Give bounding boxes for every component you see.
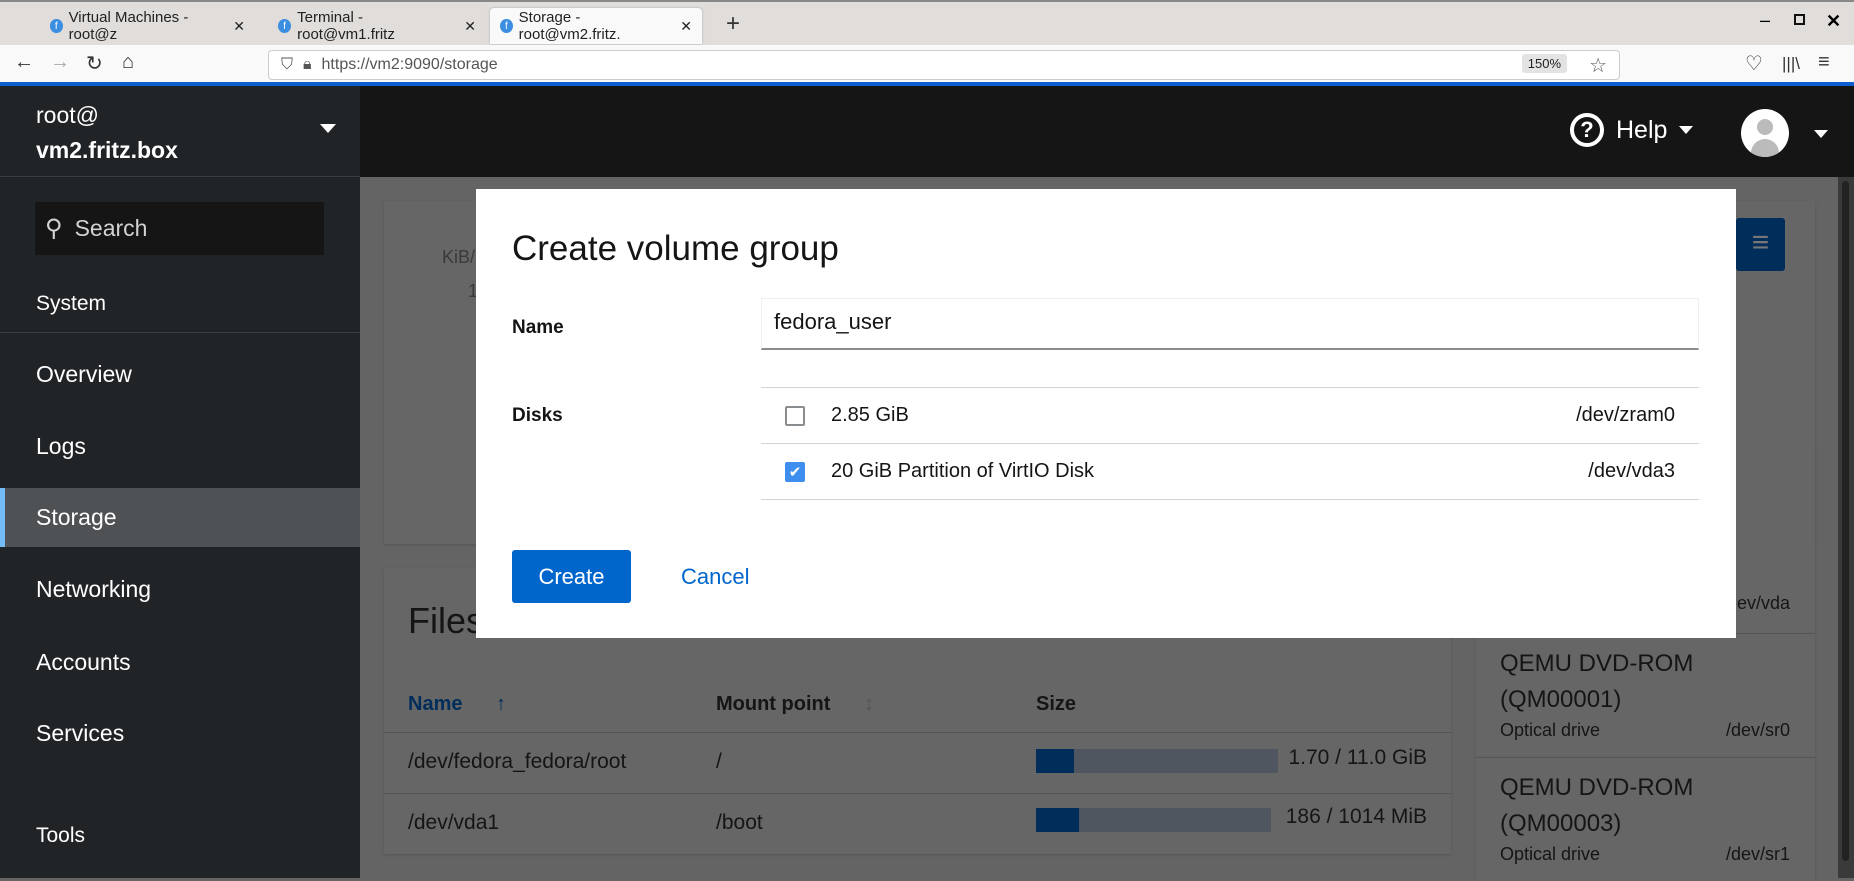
back-icon[interactable]: ← [14, 51, 34, 74]
sidebar-item-storage[interactable]: Storage [0, 488, 360, 547]
reload-icon[interactable]: ↻ [86, 51, 103, 76]
name-input[interactable]: fedora_user [761, 298, 1699, 350]
scrollbar[interactable] [1838, 177, 1854, 878]
host-name[interactable]: vm2.fritz.box [36, 137, 178, 164]
minimize-button[interactable]: – [1760, 10, 1770, 31]
section-tools: Tools [36, 824, 86, 847]
browser-toolbar: ← → ↻ ⌂ ⛉ 🔒︎ https://vm2:9090/storage 150… [0, 45, 1854, 86]
column-header-name[interactable]: Name [408, 693, 462, 716]
drive-card[interactable]: QEMU DVD-ROM (QM00003) Optical drive /de… [1476, 757, 1815, 881]
sidebar-item-services[interactable]: Services [36, 720, 124, 747]
usage-bar [1036, 808, 1271, 832]
new-tab-button[interactable]: + [726, 10, 740, 38]
help-menu[interactable]: ? Help [1570, 113, 1694, 147]
pocket-icon[interactable]: ♡ [1745, 51, 1763, 76]
help-icon: ? [1570, 113, 1604, 147]
browser-tab-bar: f Virtual Machines - root@z ✕ f Terminal - … [0, 0, 1854, 45]
sidebar: root@ vm2.fritz.box ⚲ Search System Overv… [0, 86, 360, 878]
caret-down-icon [1679, 126, 1694, 134]
section-system: System [36, 292, 107, 315]
browser-tab[interactable]: f Terminal - root@vm1.fritz ✕ [268, 8, 486, 44]
name-label: Name [512, 317, 564, 338]
cancel-button[interactable]: Cancel [681, 550, 749, 603]
checkbox-checked[interactable]: ✔ [785, 461, 805, 482]
browser-tab-active[interactable]: f Storage - root@vm2.fritz. ✕ [490, 8, 702, 44]
top-header: ? Help [360, 86, 1854, 177]
disk-option[interactable]: 2.85 GiB /dev/zram0 [761, 388, 1699, 444]
menu-icon[interactable]: ≡ [1818, 51, 1830, 74]
sort-ascending-icon[interactable]: ↑ [496, 693, 506, 716]
maximize-button[interactable] [1794, 14, 1805, 25]
table-row[interactable]: /dev/vda1 /boot 186 / 1014 MiB [384, 793, 1451, 854]
divider [0, 176, 360, 177]
close-tab-icon[interactable]: ✕ [233, 18, 245, 35]
dialog-title: Create volume group [512, 229, 839, 268]
host-user: root@ [36, 102, 99, 128]
disk-option[interactable]: ✔ 20 GiB Partition of VirtIO Disk /dev/v… [761, 444, 1699, 500]
sidebar-item-accounts[interactable]: Accounts [36, 649, 131, 676]
search-icon: ⚲ [45, 215, 63, 242]
fedora-icon: f [278, 19, 292, 33]
browser-tab[interactable]: f Virtual Machines - root@z ✕ [40, 8, 255, 44]
zoom-level[interactable]: 150% [1521, 54, 1567, 73]
column-header-size: Size [1036, 693, 1077, 715]
close-tab-icon[interactable]: ✕ [680, 18, 692, 35]
bookmark-star-icon[interactable]: ☆ [1589, 53, 1607, 78]
create-button[interactable]: Create [512, 550, 631, 603]
menu-button[interactable]: ≡ [1736, 218, 1785, 271]
host-dropdown-icon[interactable] [320, 124, 336, 133]
sidebar-item-networking[interactable]: Networking [36, 576, 151, 603]
disks-label: Disks [512, 405, 563, 426]
drive-card[interactable]: QEMU DVD-ROM (QM00001) Optical drive /de… [1476, 633, 1815, 757]
sort-icon[interactable]: ↕ [864, 693, 874, 716]
user-menu-caret-icon[interactable] [1814, 130, 1828, 138]
create-volume-group-dialog: Create volume group Name fedora_user Dis… [476, 189, 1736, 638]
column-header-mount[interactable]: Mount point [716, 693, 830, 716]
checkbox-unchecked[interactable] [785, 405, 805, 426]
fedora-icon: f [50, 19, 63, 33]
sidebar-item-overview[interactable]: Overview [36, 361, 132, 388]
home-icon[interactable]: ⌂ [122, 51, 134, 74]
close-tab-icon[interactable]: ✕ [464, 18, 476, 35]
sidebar-item-logs[interactable]: Logs [36, 433, 86, 460]
fedora-icon: f [500, 19, 513, 33]
shield-icon: ⛉ [281, 56, 294, 73]
url-bar[interactable]: ⛉ 🔒︎ https://vm2:9090/storage 150% ☆ [268, 50, 1620, 80]
usage-bar [1036, 749, 1278, 773]
table-row[interactable]: /dev/fedora_fedora/root / 1.70 / 11.0 Gi… [384, 732, 1451, 793]
search-input[interactable]: ⚲ Search [35, 202, 324, 255]
close-window-button[interactable]: ✕ [1826, 11, 1841, 32]
avatar[interactable] [1741, 109, 1789, 157]
divider [0, 332, 360, 333]
forward-icon[interactable]: → [50, 51, 70, 74]
library-icon[interactable]: |||\ [1782, 54, 1800, 74]
lock-icon: 🔒︎ [303, 56, 312, 73]
